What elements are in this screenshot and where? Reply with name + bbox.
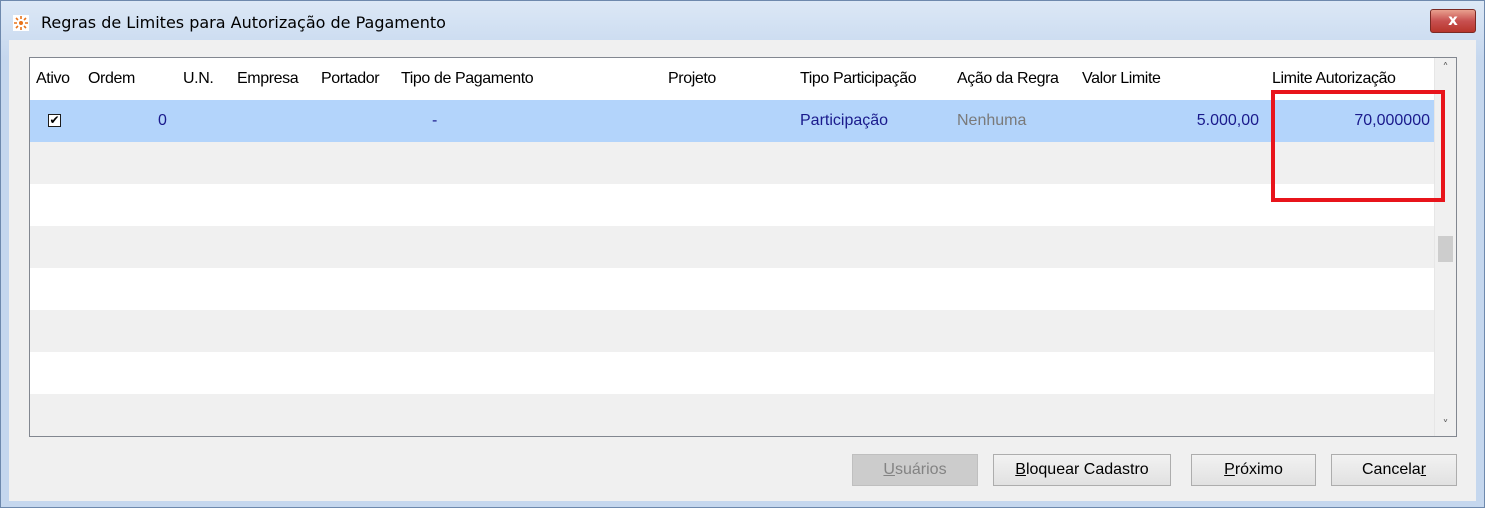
empty-row: [30, 310, 1435, 352]
empty-row: [30, 226, 1435, 268]
empty-row: [30, 352, 1435, 394]
window-title: Regras de Limites para Autorização de Pa…: [41, 13, 446, 32]
close-button[interactable]: x: [1430, 9, 1476, 33]
column-header-portador[interactable]: Portador: [321, 58, 380, 100]
column-header-valor-limite[interactable]: Valor Limite: [1082, 58, 1161, 100]
cell-tipo-pagamento: -: [432, 112, 438, 129]
column-header-ativo[interactable]: Ativo: [36, 58, 70, 100]
ativo-checkbox[interactable]: ✔: [48, 114, 61, 127]
cancelar-mnemonic: r: [1420, 461, 1427, 478]
scroll-up-arrow-icon[interactable]: ˄: [1435, 58, 1456, 79]
cancelar-button[interactable]: Cancelar: [1331, 454, 1457, 486]
app-logo-icon: [13, 15, 29, 31]
column-header-un[interactable]: U.N.: [183, 58, 214, 100]
usuarios-label: suários: [894, 461, 947, 478]
bloquear-mnemonic: B: [1015, 461, 1026, 478]
column-header-tipo-pagamento[interactable]: Tipo de Pagamento: [401, 58, 534, 100]
dialog-content: Ativo Ordem U.N. Empresa Portador Tipo d…: [9, 40, 1476, 501]
proximo-label: róximo: [1234, 461, 1283, 478]
bloquear-label: loquear Cadastro: [1025, 461, 1149, 478]
cell-ordem: 0: [158, 112, 167, 129]
cell-valor-limite: 5.000,00: [1196, 112, 1259, 129]
proximo-mnemonic: P: [1224, 461, 1235, 478]
column-header-empresa[interactable]: Empresa: [237, 58, 299, 100]
grid-body: Ativo Ordem U.N. Empresa Portador Tipo d…: [30, 58, 1435, 436]
grid-header: Ativo Ordem U.N. Empresa Portador Tipo d…: [30, 58, 1435, 100]
dialog-window: Regras de Limites para Autorização de Pa…: [0, 0, 1485, 508]
empty-row: [30, 184, 1435, 226]
table-row[interactable]: ✔ 0 - Participação Nenhuma 5.000,00 70,0…: [30, 100, 1435, 142]
column-header-acao-regra[interactable]: Ação da Regra: [957, 58, 1059, 100]
scroll-down-arrow-icon[interactable]: ˅: [1435, 415, 1456, 436]
empty-row: [30, 394, 1435, 436]
cell-tipo-participacao: Participação: [800, 112, 889, 129]
empty-row: [30, 142, 1435, 184]
scrollbar-thumb[interactable]: [1438, 236, 1453, 262]
column-header-tipo-participacao[interactable]: Tipo Participação: [800, 58, 917, 100]
title-bar[interactable]: Regras de Limites para Autorização de Pa…: [1, 1, 1484, 39]
column-header-ordem[interactable]: Ordem: [88, 58, 135, 100]
rules-grid[interactable]: Ativo Ordem U.N. Empresa Portador Tipo d…: [29, 57, 1457, 437]
cancelar-label: Cancela: [1361, 461, 1421, 478]
column-header-projeto[interactable]: Projeto: [668, 58, 716, 100]
bloquear-cadastro-button[interactable]: Bloquear Cadastro: [993, 454, 1171, 486]
usuarios-mnemonic: U: [883, 461, 895, 478]
highlight-annotation: [1271, 90, 1445, 202]
empty-row: [30, 268, 1435, 310]
usuarios-button[interactable]: Usuários: [852, 454, 978, 486]
proximo-button[interactable]: Próximo: [1191, 454, 1316, 486]
cell-acao-regra: Nenhuma: [957, 112, 1027, 129]
